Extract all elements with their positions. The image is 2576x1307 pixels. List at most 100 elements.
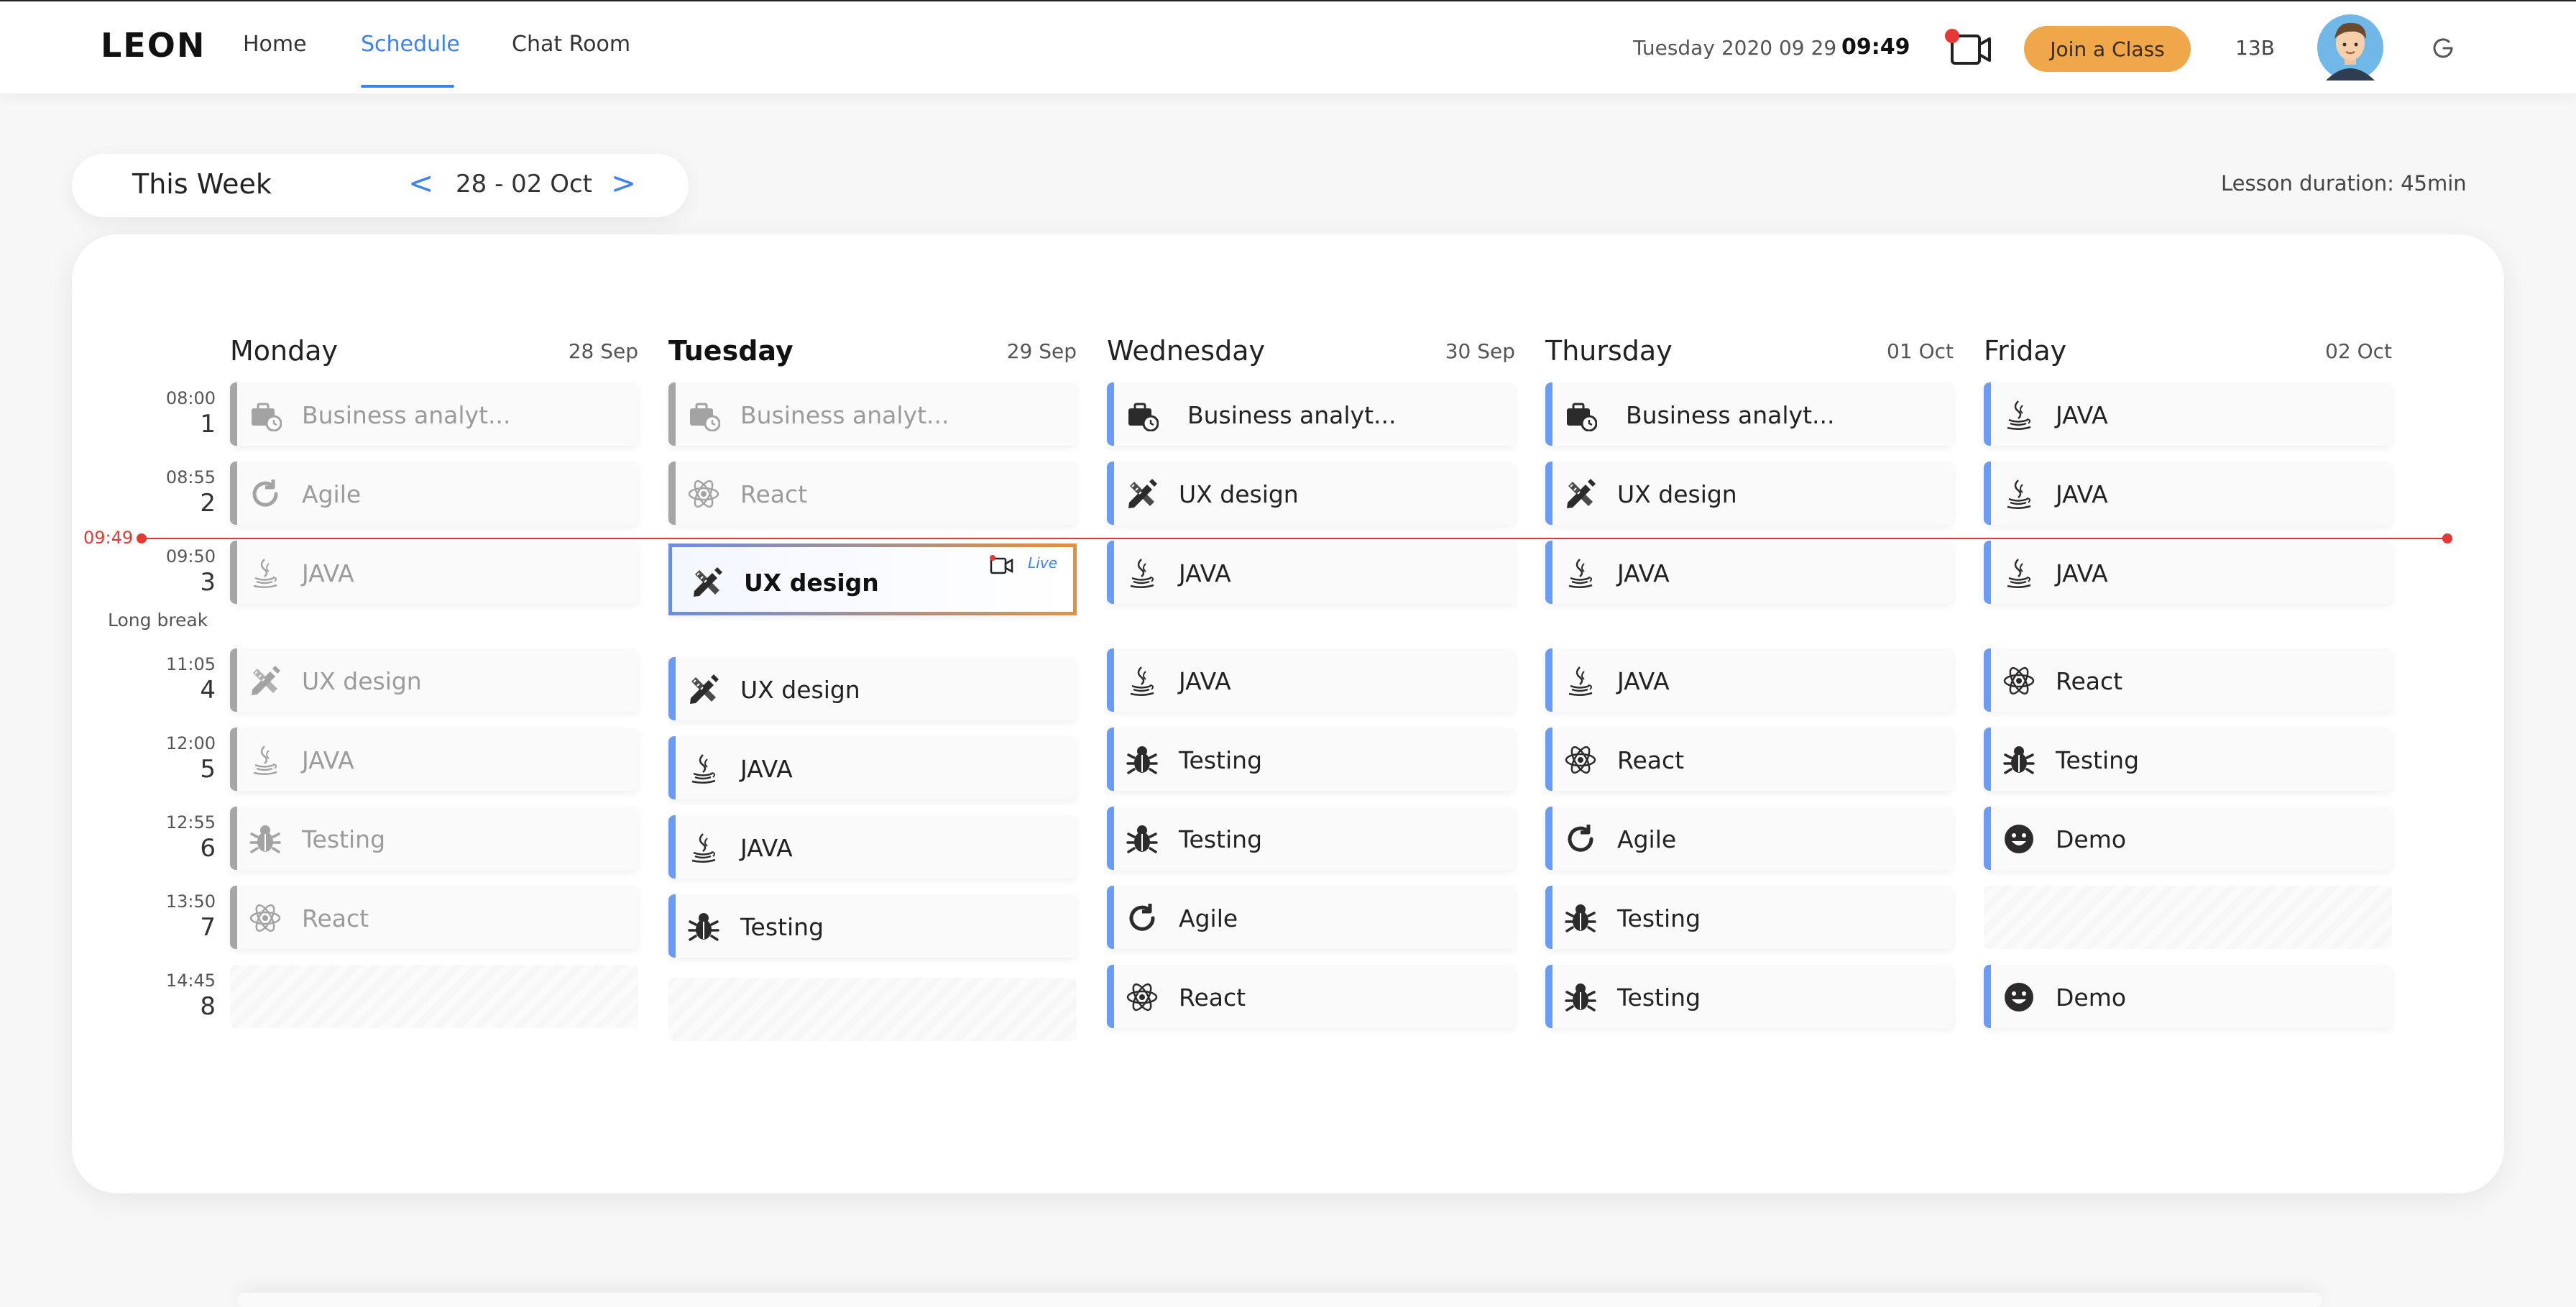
lesson-name: JAVA	[2056, 480, 2108, 508]
design-tools-icon	[691, 566, 724, 599]
lesson-card[interactable]: UX design	[1545, 462, 1954, 525]
lesson-card[interactable]: JAVA	[1107, 541, 1515, 604]
class-code[interactable]: 13B	[2235, 36, 2275, 60]
lesson-card[interactable]: Business analyt...	[1107, 382, 1515, 446]
day-header-thursday: Thursday	[1545, 335, 1673, 367]
lesson-card[interactable]: React	[1984, 648, 2392, 712]
lesson-name: UX design	[1617, 480, 1737, 508]
bug-icon	[1564, 902, 1597, 935]
app-logo[interactable]: LEON	[101, 26, 206, 65]
lesson-card[interactable]: UX design	[230, 648, 638, 712]
lesson-card[interactable]: JAVA	[1545, 541, 1954, 604]
lesson-card[interactable]: Agile	[230, 462, 638, 525]
period-number: 8	[200, 992, 216, 1021]
lesson-card[interactable]: JAVA	[1984, 541, 2392, 604]
period-start-time: 13:50	[165, 891, 216, 912]
long-break-label: Long break	[108, 610, 208, 630]
lesson-accent-bar	[1545, 807, 1552, 870]
lesson-name: React	[1617, 746, 1685, 774]
lesson-accent-bar	[230, 648, 237, 712]
react-icon	[1126, 981, 1159, 1014]
period-number: 2	[200, 489, 216, 518]
lesson-card[interactable]: Testing	[230, 807, 638, 870]
lesson-accent-bar	[1984, 462, 1991, 525]
lesson-card[interactable]: Agile	[1545, 807, 1954, 870]
lesson-card[interactable]: React	[1545, 728, 1954, 791]
lesson-accent-bar	[230, 728, 237, 791]
lesson-card[interactable]: JAVA	[230, 541, 638, 604]
lesson-card[interactable]: Business analyt...	[668, 382, 1077, 446]
live-lesson-card[interactable]: UX design Live	[668, 544, 1077, 615]
bug-icon	[687, 910, 720, 943]
bug-icon	[1564, 981, 1597, 1014]
lesson-card[interactable]: React	[1107, 965, 1515, 1028]
lesson-card[interactable]: Testing	[1107, 728, 1515, 791]
period-start-time: 12:00	[165, 733, 216, 753]
design-tools-icon	[249, 664, 282, 697]
briefcase-clock-icon	[249, 398, 282, 432]
period-start-time: 14:45	[165, 971, 216, 991]
join-class-button[interactable]: Join a Class	[2024, 26, 2191, 72]
design-tools-icon	[1126, 477, 1159, 510]
lesson-card[interactable]: Business analyt...	[230, 382, 638, 446]
refresh-icon[interactable]	[2428, 33, 2458, 63]
period-number: 7	[200, 913, 216, 942]
period-number: 6	[200, 834, 216, 863]
week-label: This Week	[132, 168, 272, 200]
empty-slot	[230, 965, 638, 1028]
video-call-button[interactable]	[1945, 29, 1992, 68]
day-header-friday: Friday	[1984, 335, 2067, 367]
lesson-card[interactable]: Testing	[1107, 807, 1515, 870]
schedule-board	[72, 234, 2504, 1193]
lesson-accent-bar	[1545, 382, 1552, 446]
day-date: 30 Sep	[1445, 339, 1515, 363]
period-start-time: 08:55	[165, 467, 216, 487]
smiley-icon	[2002, 981, 2036, 1014]
lesson-card[interactable]: Demo	[1984, 965, 2392, 1028]
lesson-card[interactable]: JAVA	[1984, 382, 2392, 446]
lesson-card[interactable]: Testing	[1545, 965, 1954, 1028]
lesson-card[interactable]: JAVA	[230, 728, 638, 791]
lesson-card[interactable]: Testing	[1984, 728, 2392, 791]
prev-week-button[interactable]: <	[408, 164, 433, 203]
lesson-card[interactable]: JAVA	[668, 736, 1077, 799]
lesson-name: Testing	[1179, 746, 1263, 774]
lesson-card[interactable]: Agile	[1107, 886, 1515, 949]
lesson-accent-bar	[1107, 541, 1114, 604]
current-time-line	[141, 538, 2448, 539]
nav-home[interactable]: Home	[243, 32, 307, 57]
lesson-card[interactable]: UX design	[668, 657, 1077, 720]
user-avatar[interactable]	[2316, 12, 2385, 83]
lesson-card[interactable]: Testing	[1545, 886, 1954, 949]
lesson-card[interactable]: JAVA	[668, 815, 1077, 879]
lesson-card[interactable]: Testing	[668, 894, 1077, 958]
lesson-card[interactable]: UX design	[1107, 462, 1515, 525]
lesson-accent-bar	[230, 541, 237, 604]
lesson-card[interactable]: Demo	[1984, 807, 2392, 870]
lesson-accent-bar	[1984, 807, 1991, 870]
lesson-name: JAVA	[302, 746, 354, 774]
lesson-name: Demo	[2056, 825, 2127, 853]
day-date: 01 Oct	[1887, 339, 1954, 363]
nav-schedule[interactable]: Schedule	[361, 32, 460, 57]
design-tools-icon	[687, 673, 720, 706]
lesson-name: Agile	[302, 480, 362, 508]
lesson-card[interactable]: JAVA	[1545, 648, 1954, 712]
lesson-card[interactable]: Business analyt...	[1545, 382, 1954, 446]
lesson-name: UX design	[1179, 480, 1299, 508]
bug-icon	[249, 822, 282, 856]
refresh-icon	[249, 477, 282, 510]
lesson-name: Testing	[740, 913, 824, 941]
lesson-name: JAVA	[740, 755, 793, 783]
lesson-name: Agile	[1179, 904, 1238, 932]
lesson-card[interactable]: JAVA	[1107, 648, 1515, 712]
lesson-name: JAVA	[1179, 667, 1231, 695]
react-icon	[2002, 664, 2036, 697]
lesson-card[interactable]: JAVA	[1984, 462, 2392, 525]
lesson-duration: Lesson duration: 45min	[2221, 171, 2467, 196]
nav-chat-room[interactable]: Chat Room	[512, 32, 630, 57]
lesson-card[interactable]: React	[230, 886, 638, 949]
next-week-button[interactable]: >	[611, 164, 636, 203]
lesson-name: JAVA	[740, 834, 793, 862]
lesson-card[interactable]: React	[668, 462, 1077, 525]
